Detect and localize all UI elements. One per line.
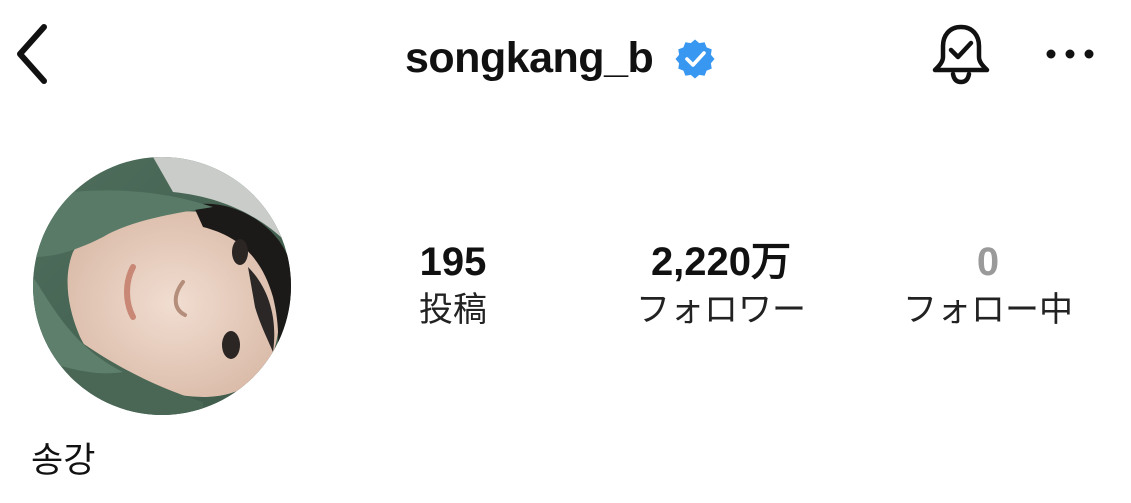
chevron-left-icon	[12, 23, 52, 90]
profile-display-name: 송강	[31, 441, 96, 481]
more-horizontal-icon	[1045, 47, 1095, 65]
posts-count: 195	[419, 240, 487, 284]
followers-label: フォロワー	[636, 290, 806, 330]
bell-check-icon	[929, 21, 993, 92]
back-button[interactable]	[6, 22, 58, 90]
more-options-button[interactable]	[1040, 36, 1100, 76]
followers-count: 2,220万	[650, 240, 792, 284]
followers-stat[interactable]: 2,220万 フォロワー	[612, 238, 830, 332]
header-title: songkang_b	[405, 30, 715, 86]
username: songkang_b	[405, 33, 654, 82]
posts-label: 投稿	[419, 290, 487, 330]
following-label: フォロー中	[903, 290, 1073, 330]
profile-page: songkang_b 송강 195 投稿 2,220万 フォロワー 0 フォロー…	[0, 0, 1131, 503]
notifications-button[interactable]	[926, 20, 996, 92]
posts-stat[interactable]: 195 投稿	[394, 238, 512, 332]
following-count: 0	[976, 240, 1000, 284]
profile-avatar[interactable]	[33, 157, 291, 415]
verified-badge-icon	[675, 39, 715, 79]
following-stat[interactable]: 0 フォロー中	[886, 238, 1090, 332]
